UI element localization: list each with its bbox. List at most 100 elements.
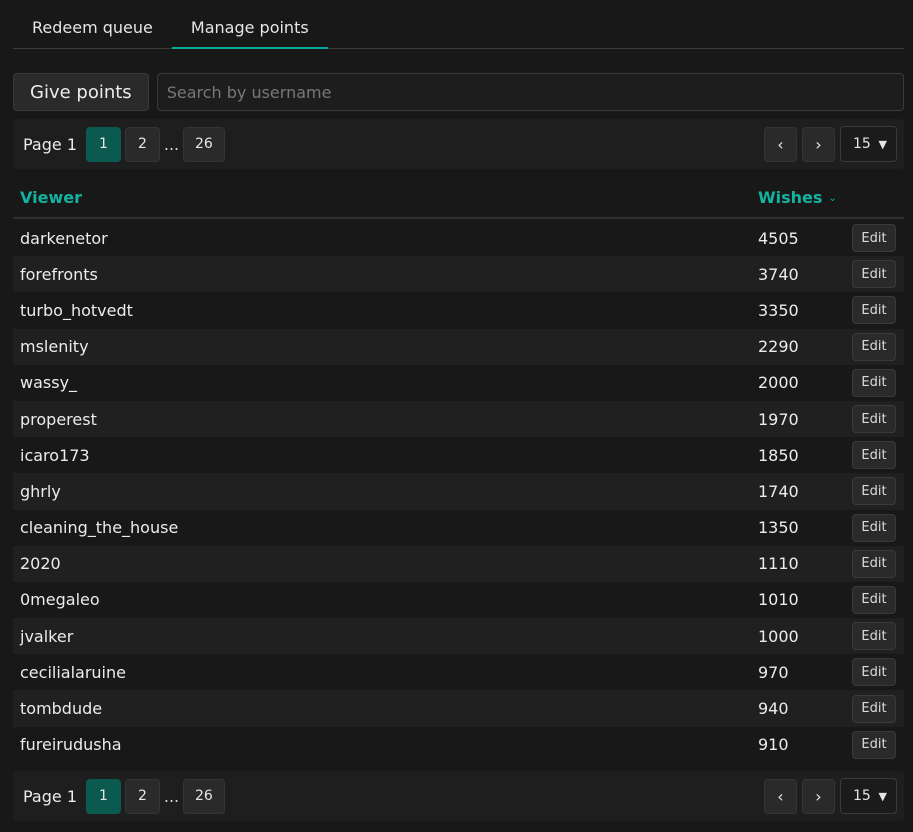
- edit-button[interactable]: Edit: [852, 477, 896, 506]
- page-button-26[interactable]: 26: [183, 778, 225, 814]
- page-label: Page 1: [23, 134, 77, 154]
- page-label: Page 1: [23, 786, 77, 806]
- edit-button[interactable]: Edit: [852, 730, 896, 759]
- edit-button[interactable]: Edit: [852, 441, 896, 470]
- page-ellipsis: ...: [163, 134, 180, 154]
- table-row: 0megaleo 1010 Edit: [13, 582, 904, 618]
- edit-button[interactable]: Edit: [852, 405, 896, 434]
- edit-button[interactable]: Edit: [852, 368, 896, 397]
- edit-button[interactable]: Edit: [852, 549, 896, 578]
- per-page-select[interactable]: 15 ▼: [840, 778, 897, 814]
- viewer-name: icaro173: [20, 445, 90, 465]
- table-header: Viewer Wishes ⌄: [13, 177, 904, 219]
- pagination-top: Page 1 1 2 ... 26 ‹ › 15 ▼: [13, 119, 904, 169]
- viewer-name: wassy_: [20, 373, 78, 393]
- viewer-name: cleaning_the_house: [20, 518, 179, 538]
- table-row: darkenetor 4505 Edit: [13, 220, 904, 256]
- edit-button[interactable]: Edit: [852, 296, 896, 325]
- table-row: ghrly 1740 Edit: [13, 473, 904, 510]
- edit-button[interactable]: Edit: [852, 513, 896, 542]
- viewer-name: jvalker: [20, 626, 74, 646]
- pagination-bottom: Page 1 1 2 ... 26 ‹ › 15 ▼: [13, 771, 904, 821]
- next-page-button[interactable]: ›: [802, 778, 835, 814]
- wishes-value: 1110: [758, 554, 799, 574]
- viewer-name: 2020: [20, 554, 61, 574]
- table-row: mslenity 2290 Edit: [13, 328, 904, 365]
- wishes-value: 1740: [758, 481, 799, 501]
- wishes-value: 3350: [758, 300, 799, 320]
- wishes-value: 970: [758, 662, 789, 682]
- prev-page-button[interactable]: ‹: [764, 778, 797, 814]
- chevron-right-icon: ›: [815, 134, 822, 154]
- next-page-button[interactable]: ›: [802, 126, 835, 162]
- page-ellipsis: ...: [163, 786, 180, 806]
- viewer-name: ghrly: [20, 481, 61, 501]
- wishes-value: 1010: [758, 590, 799, 610]
- chevron-left-icon: ‹: [777, 134, 784, 154]
- edit-button[interactable]: Edit: [852, 224, 896, 253]
- page-button-26[interactable]: 26: [183, 126, 225, 162]
- toolbar: Give points: [13, 73, 904, 111]
- column-header-wishes[interactable]: Wishes ⌄: [758, 188, 904, 207]
- table-row: turbo_hotvedt 3350 Edit: [13, 292, 904, 328]
- search-input[interactable]: [156, 73, 904, 111]
- chevron-left-icon: ‹: [777, 786, 784, 806]
- wishes-value: 1850: [758, 445, 799, 465]
- edit-button[interactable]: Edit: [852, 585, 896, 614]
- wishes-value: 4505: [758, 228, 799, 248]
- points-table: Viewer Wishes ⌄ darkenetor 4505 Edit forefr…: [13, 177, 904, 763]
- viewer-name: turbo_hotvedt: [20, 300, 133, 320]
- chevron-down-icon: ⌄: [828, 192, 837, 204]
- table-row: cecilialaruine 970 Edit: [13, 654, 904, 690]
- wishes-value: 940: [758, 699, 789, 719]
- page-button-2[interactable]: 2: [125, 126, 160, 162]
- viewer-name: 0megaleo: [20, 590, 100, 610]
- viewer-name: cecilialaruine: [20, 662, 126, 682]
- manage-points-app: Redeem queue Manage points Give points P…: [0, 0, 913, 832]
- edit-button[interactable]: Edit: [852, 694, 896, 723]
- page-button-2[interactable]: 2: [125, 778, 160, 814]
- table-row: tombdude 940 Edit: [13, 690, 904, 727]
- per-page-value: 15: [853, 136, 871, 152]
- tab-bar: Redeem queue Manage points: [13, 9, 904, 49]
- viewer-name: properest: [20, 409, 97, 429]
- wishes-value: 1000: [758, 626, 799, 646]
- table-row: fureirudusha 910 Edit: [13, 727, 904, 763]
- caret-down-icon: ▼: [878, 137, 887, 151]
- wishes-value: 1970: [758, 409, 799, 429]
- column-header-viewer[interactable]: Viewer: [13, 188, 758, 207]
- viewer-name: forefronts: [20, 264, 98, 284]
- wishes-value: 2290: [758, 337, 799, 357]
- table-row: icaro173 1850 Edit: [13, 437, 904, 473]
- edit-button[interactable]: Edit: [852, 260, 896, 289]
- per-page-value: 15: [853, 788, 871, 804]
- table-row: 2020 1110 Edit: [13, 545, 904, 582]
- edit-button[interactable]: Edit: [852, 332, 896, 361]
- edit-button[interactable]: Edit: [852, 622, 896, 651]
- edit-button[interactable]: Edit: [852, 658, 896, 687]
- page-button-1[interactable]: 1: [86, 778, 121, 814]
- prev-page-button[interactable]: ‹: [764, 126, 797, 162]
- table-row: wassy_ 2000 Edit: [13, 365, 904, 401]
- wishes-value: 1350: [758, 518, 799, 538]
- wishes-value: 3740: [758, 264, 799, 284]
- chevron-right-icon: ›: [815, 786, 822, 806]
- caret-down-icon: ▼: [878, 789, 887, 803]
- table-row: cleaning_the_house 1350 Edit: [13, 510, 904, 546]
- per-page-select[interactable]: 15 ▼: [840, 126, 897, 162]
- viewer-name: darkenetor: [20, 228, 108, 248]
- column-header-wishes-label: Wishes: [758, 187, 823, 207]
- give-points-button[interactable]: Give points: [13, 73, 149, 111]
- table-row: forefronts 3740 Edit: [13, 256, 904, 293]
- viewer-name: mslenity: [20, 337, 89, 357]
- tab-manage-points[interactable]: Manage points: [171, 9, 328, 49]
- table-row: jvalker 1000 Edit: [13, 618, 904, 655]
- tab-redeem-queue[interactable]: Redeem queue: [13, 9, 172, 49]
- viewer-name: tombdude: [20, 699, 103, 719]
- table-row: properest 1970 Edit: [13, 400, 904, 438]
- page-button-1[interactable]: 1: [86, 126, 121, 162]
- viewer-name: fureirudusha: [20, 735, 122, 755]
- wishes-value: 910: [758, 735, 789, 755]
- table-body: darkenetor 4505 Edit forefronts 3740 Edit turb…: [13, 220, 904, 763]
- wishes-value: 2000: [758, 373, 799, 393]
